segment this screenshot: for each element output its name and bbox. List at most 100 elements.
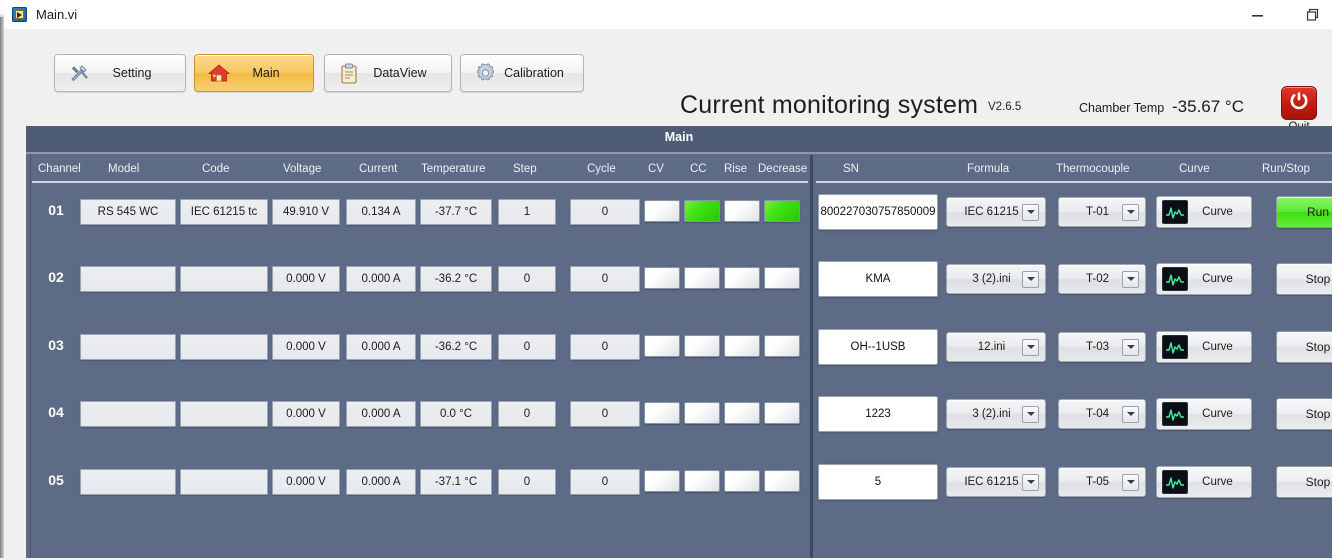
temperature-value: -36.2 °C	[420, 266, 492, 292]
current-value: 0.000 A	[346, 266, 416, 292]
chevron-down-icon[interactable]	[1022, 473, 1039, 491]
rise-indicator	[724, 470, 760, 492]
model-field[interactable]: RS 545 WC	[80, 199, 176, 225]
chevron-down-icon[interactable]	[1022, 338, 1039, 356]
current-value: 0.000 A	[346, 401, 416, 427]
thermocouple-dropdown[interactable]: T-01	[1058, 197, 1146, 227]
curve-button-label: Curve	[1202, 408, 1233, 420]
formula-dropdown[interactable]: 3 (2).ini	[946, 264, 1046, 294]
column-header-curve: Curve	[1179, 163, 1210, 175]
curve-button[interactable]: Curve	[1156, 398, 1252, 430]
rise-indicator	[724, 200, 760, 222]
curve-button[interactable]: Curve	[1156, 196, 1252, 228]
curve-button[interactable]: Curve	[1156, 263, 1252, 295]
step-value: 0	[498, 401, 556, 427]
thermocouple-dropdown[interactable]: T-03	[1058, 332, 1146, 362]
channel-number: 05	[48, 472, 64, 488]
run-stop-button[interactable]: Stop	[1276, 466, 1332, 498]
chevron-down-icon[interactable]	[1022, 405, 1039, 423]
run-stop-button[interactable]: Stop	[1276, 398, 1332, 430]
run-stop-button[interactable]: Run	[1276, 196, 1332, 228]
right-header-underline	[816, 181, 1332, 183]
current-value: 0.000 A	[346, 469, 416, 495]
decrease-indicator	[764, 335, 800, 357]
decrease-indicator	[764, 470, 800, 492]
model-field[interactable]	[80, 334, 176, 360]
current-value: 0.134 A	[346, 199, 416, 225]
power-icon	[1288, 90, 1310, 117]
code-field[interactable]: IEC 61215 tc	[180, 199, 268, 225]
voltage-value: 0.000 V	[272, 401, 340, 427]
cv-indicator	[644, 267, 680, 289]
sn-field[interactable]: 1223	[818, 396, 938, 432]
cc-indicator	[684, 267, 720, 289]
restore-button[interactable]	[1300, 4, 1326, 26]
calibration-button-label: Calibration	[504, 66, 564, 80]
cv-indicator	[644, 402, 680, 424]
tools-icon	[65, 63, 93, 83]
sn-field[interactable]: OH--1USB	[818, 329, 938, 365]
rise-indicator	[724, 335, 760, 357]
column-header-decrease: Decrease	[758, 163, 808, 175]
column-header-thermocouple: Thermocouple	[1056, 163, 1130, 175]
formula-dropdown-value: IEC 61215	[964, 476, 1019, 488]
code-field[interactable]	[180, 469, 268, 495]
decrease-indicator	[764, 200, 800, 222]
formula-dropdown-value: 3 (2).ini	[972, 408, 1011, 420]
run-stop-button[interactable]: Stop	[1276, 331, 1332, 363]
chevron-down-icon[interactable]	[1122, 338, 1139, 356]
chevron-down-icon[interactable]	[1122, 405, 1139, 423]
chevron-down-icon[interactable]	[1122, 270, 1139, 288]
chevron-down-icon[interactable]	[1122, 473, 1139, 491]
sn-field[interactable]: 800227030757850009	[818, 194, 938, 230]
chevron-down-icon[interactable]	[1022, 270, 1039, 288]
formula-dropdown[interactable]: IEC 61215	[946, 197, 1046, 227]
decrease-indicator	[764, 267, 800, 289]
formula-dropdown[interactable]: 3 (2).ini	[946, 399, 1046, 429]
temperature-value: -37.1 °C	[420, 469, 492, 495]
channel-number: 02	[48, 269, 64, 285]
cc-indicator	[684, 335, 720, 357]
cycle-value: 0	[570, 266, 640, 292]
toolbar: Setting Main DataView Calibration Curren…	[4, 29, 1332, 133]
formula-dropdown[interactable]: 12.ini	[946, 332, 1046, 362]
rise-indicator	[724, 267, 760, 289]
dataview-button[interactable]: DataView	[324, 54, 452, 92]
waveform-icon	[1162, 470, 1188, 494]
formula-dropdown-value: 3 (2).ini	[972, 273, 1011, 285]
model-field[interactable]	[80, 401, 176, 427]
thermocouple-dropdown[interactable]: T-04	[1058, 399, 1146, 429]
window-title: Main.vi	[36, 7, 78, 22]
column-header-channel: Channel	[38, 163, 81, 175]
quit-button[interactable]	[1281, 86, 1317, 120]
step-value: 0	[498, 266, 556, 292]
curve-button[interactable]: Curve	[1156, 331, 1252, 363]
code-field[interactable]	[180, 266, 268, 292]
temperature-value: -36.2 °C	[420, 334, 492, 360]
thermocouple-dropdown[interactable]: T-05	[1058, 467, 1146, 497]
code-field[interactable]	[180, 334, 268, 360]
main-button[interactable]: Main	[194, 54, 314, 92]
formula-dropdown[interactable]: IEC 61215	[946, 467, 1046, 497]
run-stop-button[interactable]: Stop	[1276, 263, 1332, 295]
setting-button[interactable]: Setting	[54, 54, 186, 92]
sn-field[interactable]: 5	[818, 464, 938, 500]
model-field[interactable]	[80, 469, 176, 495]
left-header-underline	[32, 181, 808, 183]
channel-number: 03	[48, 337, 64, 353]
curve-button[interactable]: Curve	[1156, 466, 1252, 498]
column-header-code: Code	[202, 163, 230, 175]
rise-indicator	[724, 402, 760, 424]
panel-separator	[26, 152, 1332, 154]
sn-field[interactable]: KMA	[818, 261, 938, 297]
calibration-button[interactable]: Calibration	[460, 54, 584, 92]
column-header-cv: CV	[648, 163, 664, 175]
chevron-down-icon[interactable]	[1022, 203, 1039, 221]
minimize-button[interactable]	[1244, 4, 1270, 26]
code-field[interactable]	[180, 401, 268, 427]
window-controls	[1244, 0, 1326, 29]
model-field[interactable]	[80, 266, 176, 292]
thermocouple-dropdown[interactable]: T-02	[1058, 264, 1146, 294]
chevron-down-icon[interactable]	[1122, 203, 1139, 221]
column-header-formula: Formula	[967, 163, 1010, 175]
